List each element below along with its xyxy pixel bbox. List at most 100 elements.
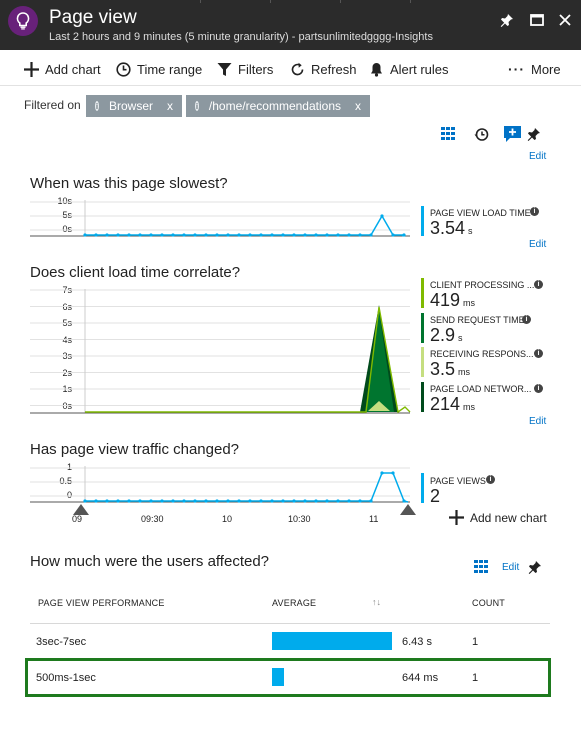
metric-name: RECEIVING RESPONS... [430,349,534,359]
data-point [391,233,395,237]
data-point [204,233,208,237]
history-icon[interactable] [474,127,489,147]
more-button[interactable]: ··· More [508,59,561,79]
data-point [160,499,164,503]
metric-value: 214 ms [430,394,476,414]
data-point [402,499,406,503]
filter-chip-browser[interactable]: i Browser x [86,95,182,117]
metric-name: SEND REQUEST TIME [430,315,525,325]
add-comment-icon[interactable] [504,126,521,147]
data-point [138,233,142,237]
data-point [358,233,362,237]
x-tick: 09:30 [141,514,164,524]
close-icon[interactable] [555,10,575,30]
refresh-label: Refresh [311,61,357,77]
data-point [369,233,373,237]
data-point [204,499,208,503]
data-point [358,499,362,503]
pin-icon[interactable] [528,560,542,579]
data-point [105,233,109,237]
edit-link[interactable]: Edit [529,239,546,250]
data-point [116,499,120,503]
data-point [369,499,373,503]
client-load-time-chart[interactable] [30,289,411,415]
series-line [85,214,405,237]
ellipsis-icon: ··· [508,61,525,77]
column-header-average[interactable]: AVERAGE [272,598,316,608]
data-point [127,233,131,237]
data-point [237,233,241,237]
grid-icon[interactable] [441,127,455,146]
time-range-button[interactable]: Time range [116,59,202,79]
add-chart-label: Add chart [45,61,101,77]
series-line [85,472,409,503]
metric-value: 2 [430,486,441,506]
edit-link[interactable]: Edit [529,151,546,162]
pin-icon[interactable] [497,10,517,30]
data-point [83,233,87,237]
edit-link[interactable]: Edit [529,416,546,427]
filters-button[interactable]: Filters [217,59,273,79]
data-point [325,499,329,503]
refresh-icon [291,62,304,75]
data-point [171,499,175,503]
data-point [83,499,87,503]
info-icon: i [534,384,543,393]
sort-arrows-icon[interactable]: ↑↓ [372,597,381,607]
data-point [94,233,98,237]
page-load-time-chart[interactable] [30,200,410,240]
page-title: Page view [49,7,137,28]
x-tick: 10 [222,514,233,524]
column-header-count[interactable]: COUNT [472,598,505,608]
data-point [380,214,384,218]
lightbulb-icon [8,6,38,36]
data-point [303,499,307,503]
data-point [182,233,186,237]
data-point [149,499,153,503]
remove-filter-icon[interactable]: x [355,99,361,113]
data-point [116,233,120,237]
remove-filter-icon[interactable]: x [167,99,173,113]
metric-color-bar [421,473,424,503]
count-cell: 1 [472,636,479,648]
grid-icon[interactable] [474,560,488,579]
data-point [347,233,351,237]
row-highlight [25,658,551,697]
info-icon: i [534,280,543,289]
alert-rules-button[interactable]: Alert rules [369,59,449,79]
info-icon: i [95,101,99,111]
bell-icon [371,62,382,77]
metric-name: CLIENT PROCESSING ... [430,280,535,290]
info-icon: i [486,475,495,484]
column-header-performance[interactable]: PAGE VIEW PERFORMANCE [38,598,165,608]
chart3-title: Has page view traffic changed? [30,441,240,458]
bucket-cell: 3sec-7sec [36,636,87,648]
data-point [248,233,252,237]
metric-value: 3.54 s [430,218,473,238]
data-point [105,499,109,503]
metric-name: PAGE VIEWS [430,476,486,486]
average-cell: 6.43 s [402,636,432,648]
header-divider [200,0,201,3]
alert-rules-label: Alert rules [390,61,449,77]
header-divider [340,0,341,3]
add-new-chart-label: Add new chart [470,510,547,525]
metric-color-bar [421,278,424,308]
data-point [171,233,175,237]
metric-color-bar [421,347,424,377]
metric-color-bar [421,382,424,412]
data-point [160,233,164,237]
add-chart-button[interactable]: Add chart [24,59,101,79]
maximize-icon[interactable] [527,10,547,30]
refresh-button[interactable]: Refresh [290,59,357,79]
filter-chip-path[interactable]: i /home/recommendations x [186,95,370,117]
chart1-title: When was this page slowest? [30,175,228,192]
edit-link[interactable]: Edit [502,562,519,573]
add-new-chart-button[interactable]: Add new chart [449,510,547,525]
pin-icon[interactable] [527,127,541,146]
users-section-title: How much were the users affected? [30,553,270,570]
header-divider [410,0,411,3]
metric-value: 2.9 s [430,325,463,345]
metric-name: PAGE VIEW LOAD TIME [430,208,531,218]
data-point [270,233,274,237]
